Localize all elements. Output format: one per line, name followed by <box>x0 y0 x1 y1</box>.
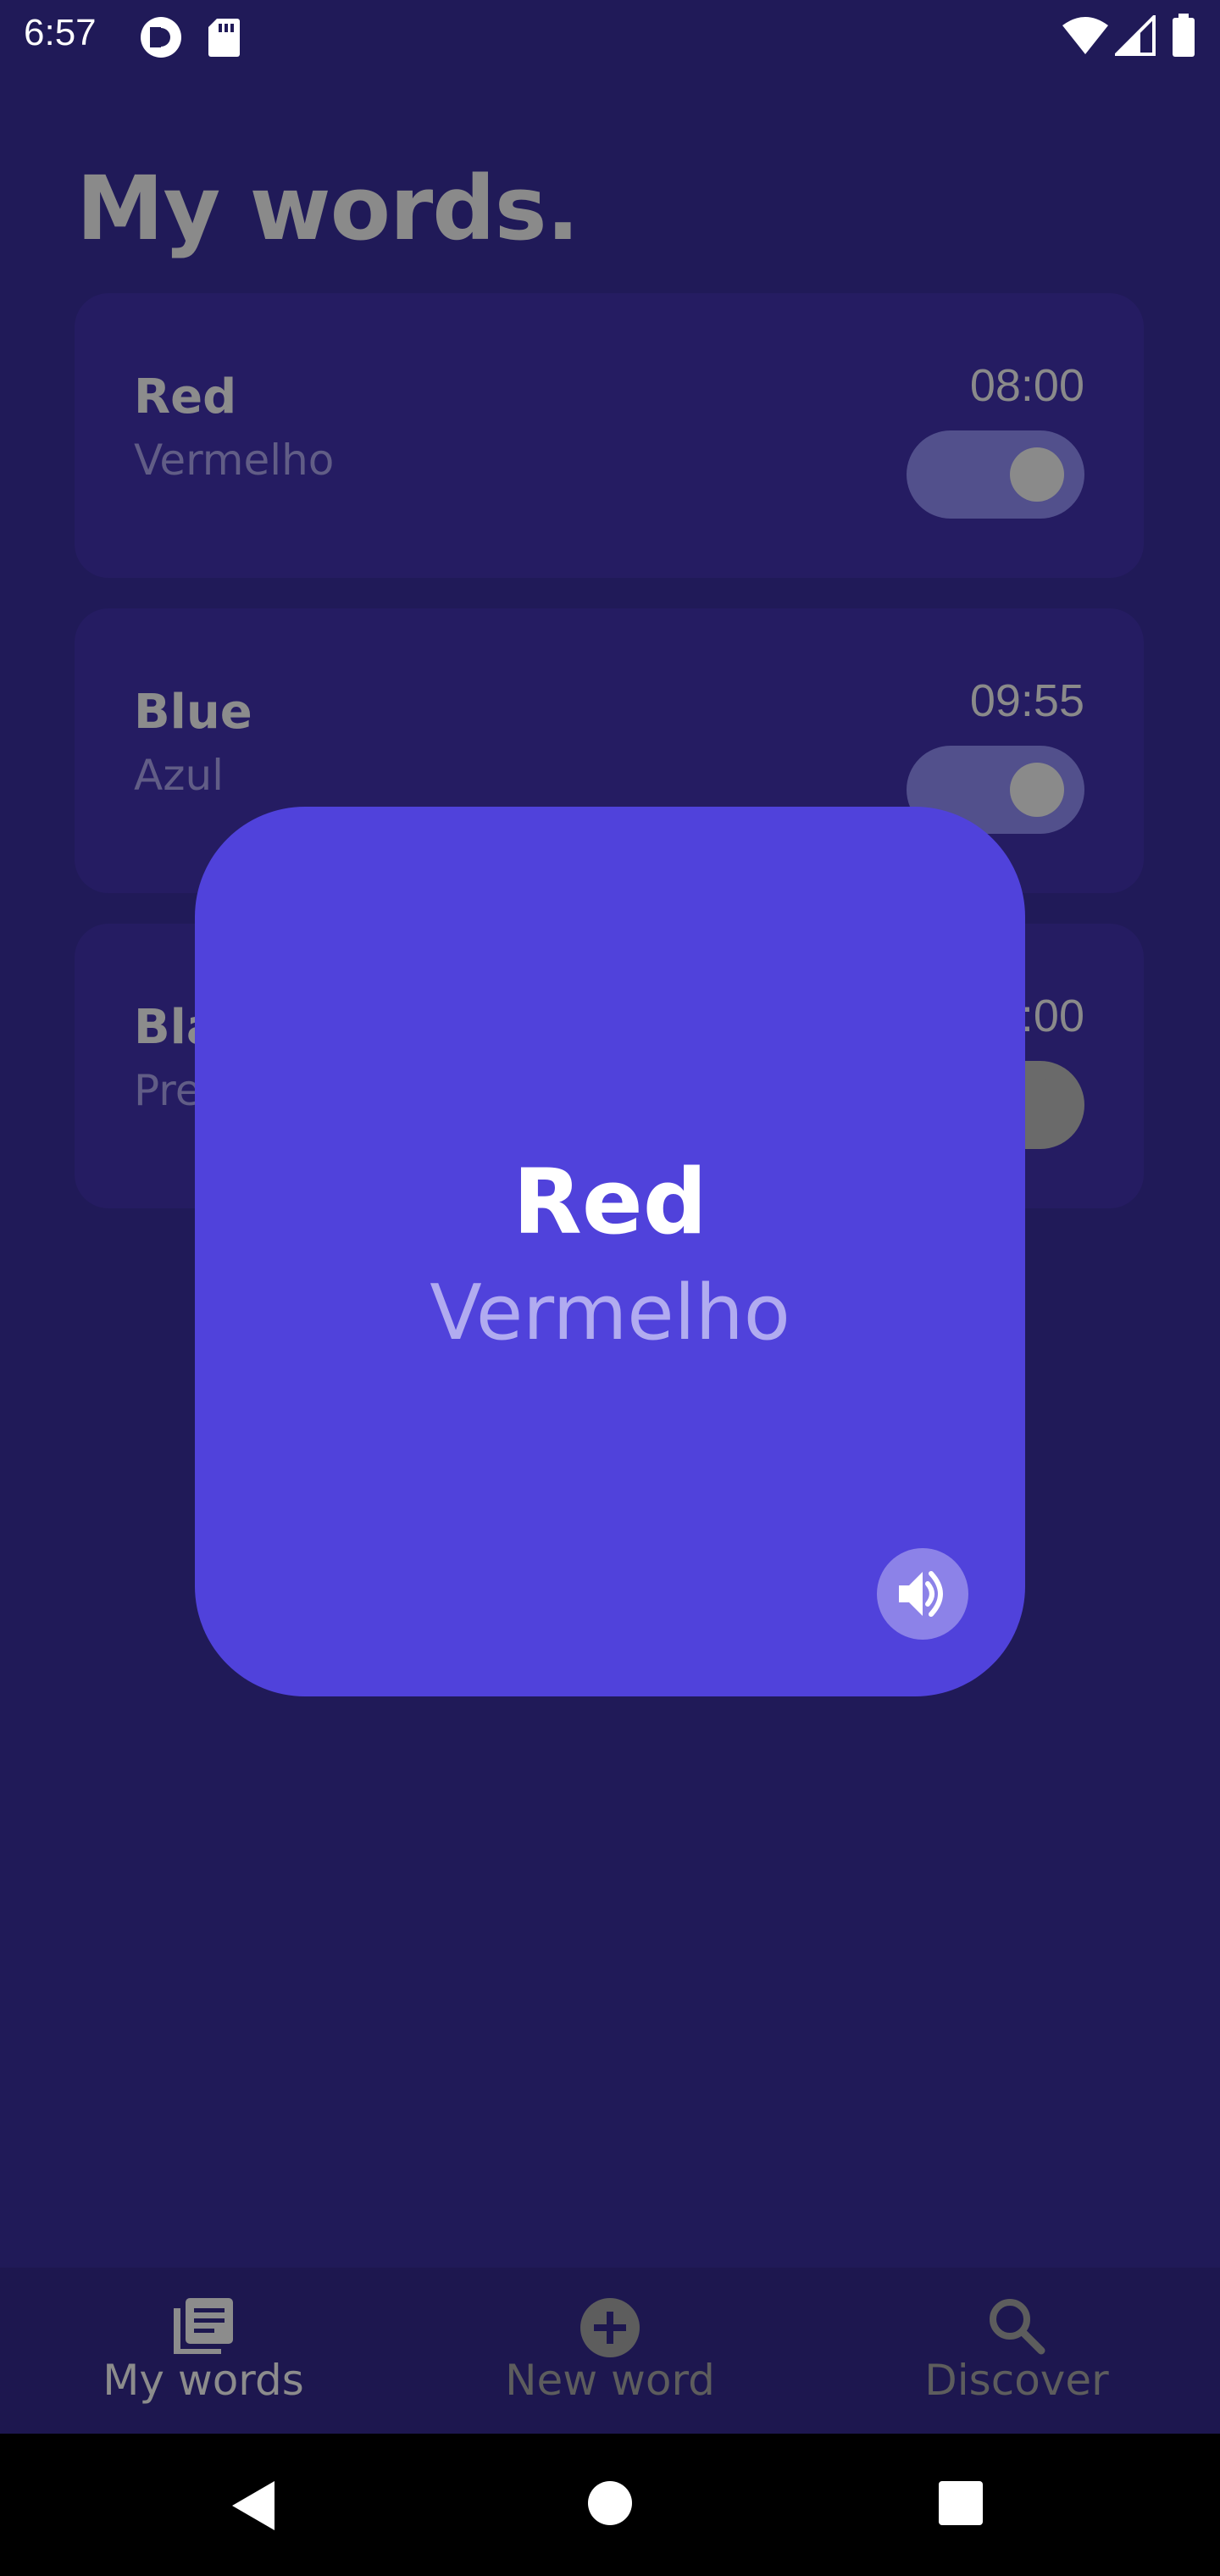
screen: 6:57 My words. Red Vermelho 08:00 Blue A… <box>0 0 1220 2576</box>
nav-my-words[interactable]: My words <box>0 2268 407 2434</box>
flashcard-dialog[interactable]: Red Vermelho <box>195 807 1025 1696</box>
home-icon[interactable] <box>586 2479 634 2530</box>
pocket-casts-icon <box>139 15 183 63</box>
wifi-icon <box>1061 15 1110 59</box>
battery-icon <box>1171 14 1196 61</box>
bottom-nav: My words New word Discover <box>0 2268 1220 2434</box>
signal-icon <box>1112 13 1156 59</box>
status-bar: 6:57 <box>0 0 1220 71</box>
reminder-time[interactable]: 08:00 <box>970 359 1084 412</box>
page-title: My words. <box>76 157 580 260</box>
word-card-red[interactable]: Red Vermelho 08:00 <box>75 293 1144 578</box>
sd-card-icon <box>207 17 241 61</box>
nav-discover[interactable]: Discover <box>813 2268 1220 2434</box>
reminder-time[interactable]: 09:55 <box>970 675 1084 727</box>
nav-label: Discover <box>924 2356 1109 2405</box>
flashcard-word: Red <box>513 1150 707 1254</box>
word-text: Red <box>134 369 237 425</box>
library-icon <box>172 2296 235 2359</box>
nav-label: My words <box>103 2356 304 2405</box>
toggle-knob <box>1010 447 1064 502</box>
toggle-knob <box>1010 763 1064 817</box>
speaker-button[interactable] <box>877 1548 968 1640</box>
back-icon[interactable] <box>230 2479 276 2535</box>
translation-text: Azul <box>134 751 225 800</box>
add-circle-icon <box>579 2296 641 2362</box>
nav-label: New word <box>505 2356 715 2405</box>
recents-icon[interactable] <box>937 2479 984 2530</box>
nav-new-word[interactable]: New word <box>407 2268 813 2434</box>
flashcard-translation: Vermelho <box>430 1269 790 1357</box>
translation-text: Vermelho <box>134 436 335 485</box>
status-time: 6:57 <box>24 12 97 53</box>
speaker-icon <box>899 1571 943 1617</box>
reminder-toggle[interactable] <box>907 430 1084 519</box>
system-nav-bar <box>0 2434 1220 2576</box>
word-text: Blue <box>134 685 252 740</box>
search-icon <box>987 2296 1046 2359</box>
